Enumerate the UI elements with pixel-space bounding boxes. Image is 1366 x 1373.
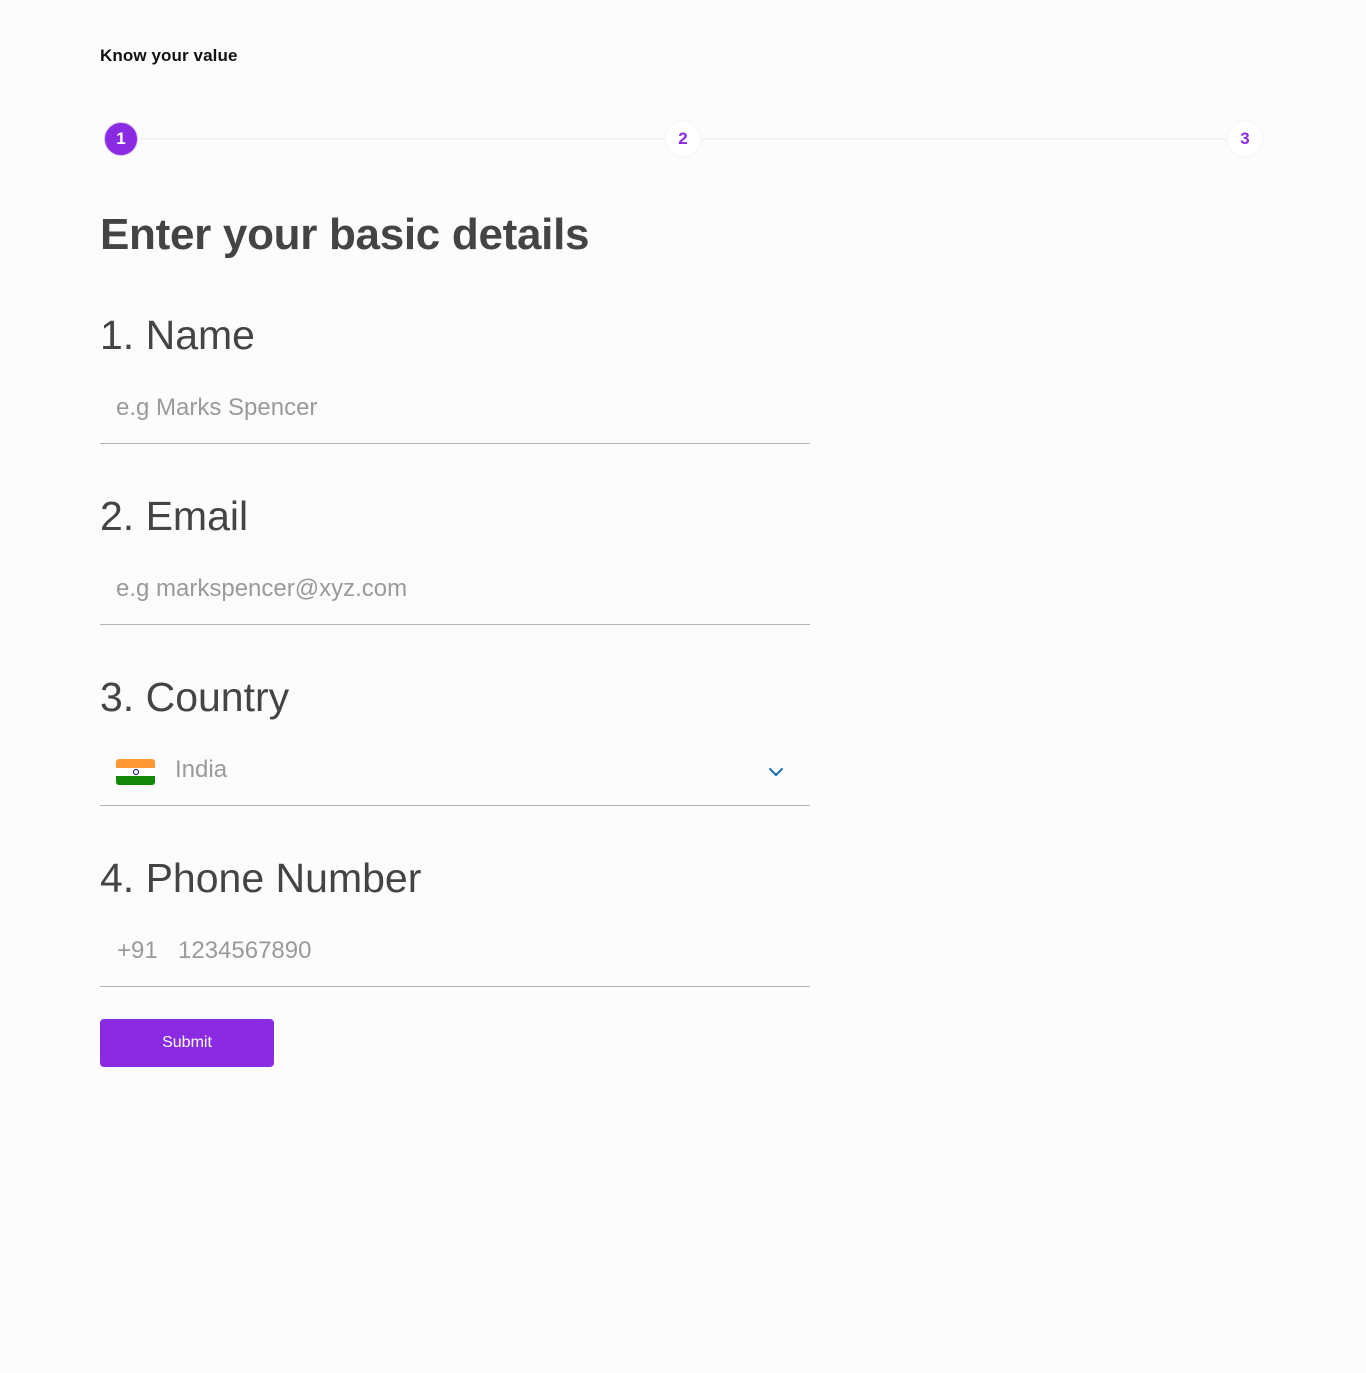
email-field-container	[100, 559, 810, 625]
email-label: 2. Email	[100, 493, 249, 539]
submit-button[interactable]: Submit	[100, 1019, 274, 1067]
name-label: 1. Name	[100, 312, 255, 358]
name-field-container	[100, 378, 810, 444]
step-1[interactable]: 1	[104, 122, 138, 156]
phone-country-code: +91	[117, 937, 158, 964]
chevron-down-icon[interactable]	[768, 764, 784, 780]
stepper-connector	[702, 138, 1226, 140]
step-2[interactable]: 2	[666, 122, 700, 156]
country-selected-value: India	[175, 756, 228, 783]
progress-stepper: 1 2 3	[100, 118, 1266, 160]
form-heading: Enter your basic details	[100, 210, 590, 259]
email-input[interactable]	[116, 559, 776, 619]
name-input[interactable]	[116, 378, 776, 438]
phone-field-container: +91	[100, 921, 810, 987]
app-title: Know your value	[100, 46, 238, 65]
step-3[interactable]: 3	[1228, 122, 1262, 156]
stepper-connector	[140, 138, 664, 140]
phone-input[interactable]	[178, 921, 778, 981]
india-flag-icon	[116, 759, 155, 785]
country-select[interactable]: India	[100, 740, 810, 806]
country-label: 3. Country	[100, 674, 290, 720]
phone-label: 4. Phone Number	[100, 855, 422, 901]
